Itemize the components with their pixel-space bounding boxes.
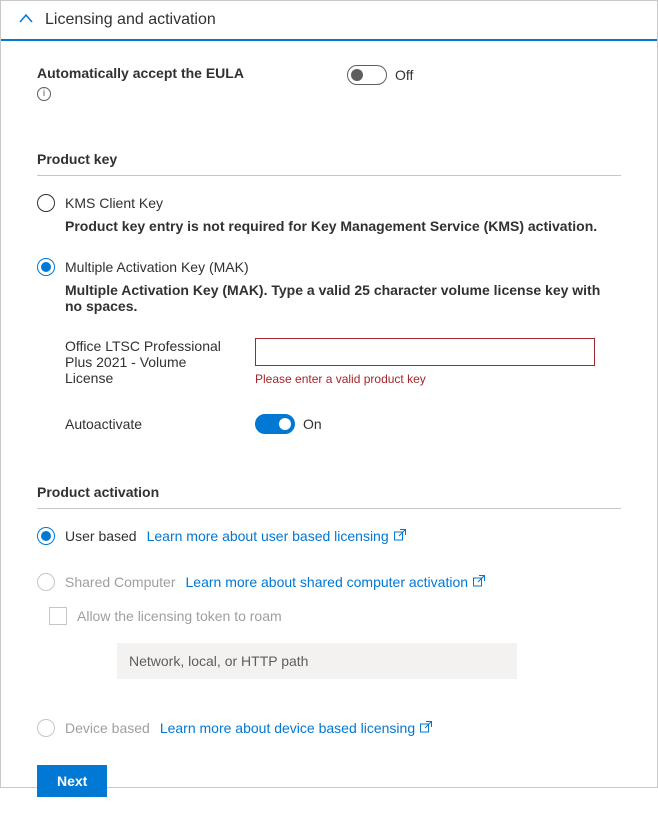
- user-based-link[interactable]: Learn more about user based licensing: [147, 528, 407, 545]
- divider: [37, 508, 621, 509]
- external-link-icon: [472, 574, 486, 591]
- mak-key-input[interactable]: [255, 338, 595, 366]
- autoactivate-toggle[interactable]: [255, 414, 295, 434]
- external-link-icon: [419, 720, 433, 737]
- product-activation-title: Product activation: [37, 484, 621, 500]
- device-based-link[interactable]: Learn more about device based licensing: [160, 720, 433, 737]
- device-based-label: Device based: [65, 720, 150, 736]
- section-header: Licensing and activation: [1, 1, 657, 41]
- eula-toggle[interactable]: [347, 65, 387, 85]
- device-based-radio: [37, 719, 55, 737]
- roam-path-input: [117, 643, 517, 679]
- mak-product-label: Office LTSC Professional Plus 2021 - Vol…: [65, 338, 235, 386]
- roam-checkbox: [49, 607, 67, 625]
- chevron-up-icon[interactable]: [19, 12, 33, 29]
- mak-radio-label: Multiple Activation Key (MAK): [65, 259, 249, 275]
- eula-label: Automatically accept the EULA: [37, 65, 347, 81]
- user-based-label: User based: [65, 528, 137, 544]
- info-icon[interactable]: i: [37, 87, 51, 101]
- roam-label: Allow the licensing token to roam: [77, 608, 282, 624]
- shared-computer-radio: [37, 573, 55, 591]
- divider: [37, 175, 621, 176]
- kms-description: Product key entry is not required for Ke…: [65, 218, 621, 234]
- autoactivate-label: Autoactivate: [65, 416, 255, 432]
- eula-toggle-state: Off: [395, 67, 413, 83]
- eula-row: Automatically accept the EULA i Off: [37, 65, 621, 101]
- section-title: Licensing and activation: [45, 11, 216, 29]
- shared-computer-label: Shared Computer: [65, 574, 176, 590]
- kms-radio[interactable]: [37, 194, 55, 212]
- mak-description: Multiple Activation Key (MAK). Type a va…: [65, 282, 621, 314]
- mak-radio[interactable]: [37, 258, 55, 276]
- user-based-radio[interactable]: [37, 527, 55, 545]
- autoactivate-state: On: [303, 416, 322, 432]
- kms-radio-label: KMS Client Key: [65, 195, 163, 211]
- mak-error-text: Please enter a valid product key: [255, 372, 621, 386]
- shared-computer-link[interactable]: Learn more about shared computer activat…: [186, 574, 487, 591]
- product-key-title: Product key: [37, 151, 621, 167]
- external-link-icon: [393, 528, 407, 545]
- next-button[interactable]: Next: [37, 765, 107, 797]
